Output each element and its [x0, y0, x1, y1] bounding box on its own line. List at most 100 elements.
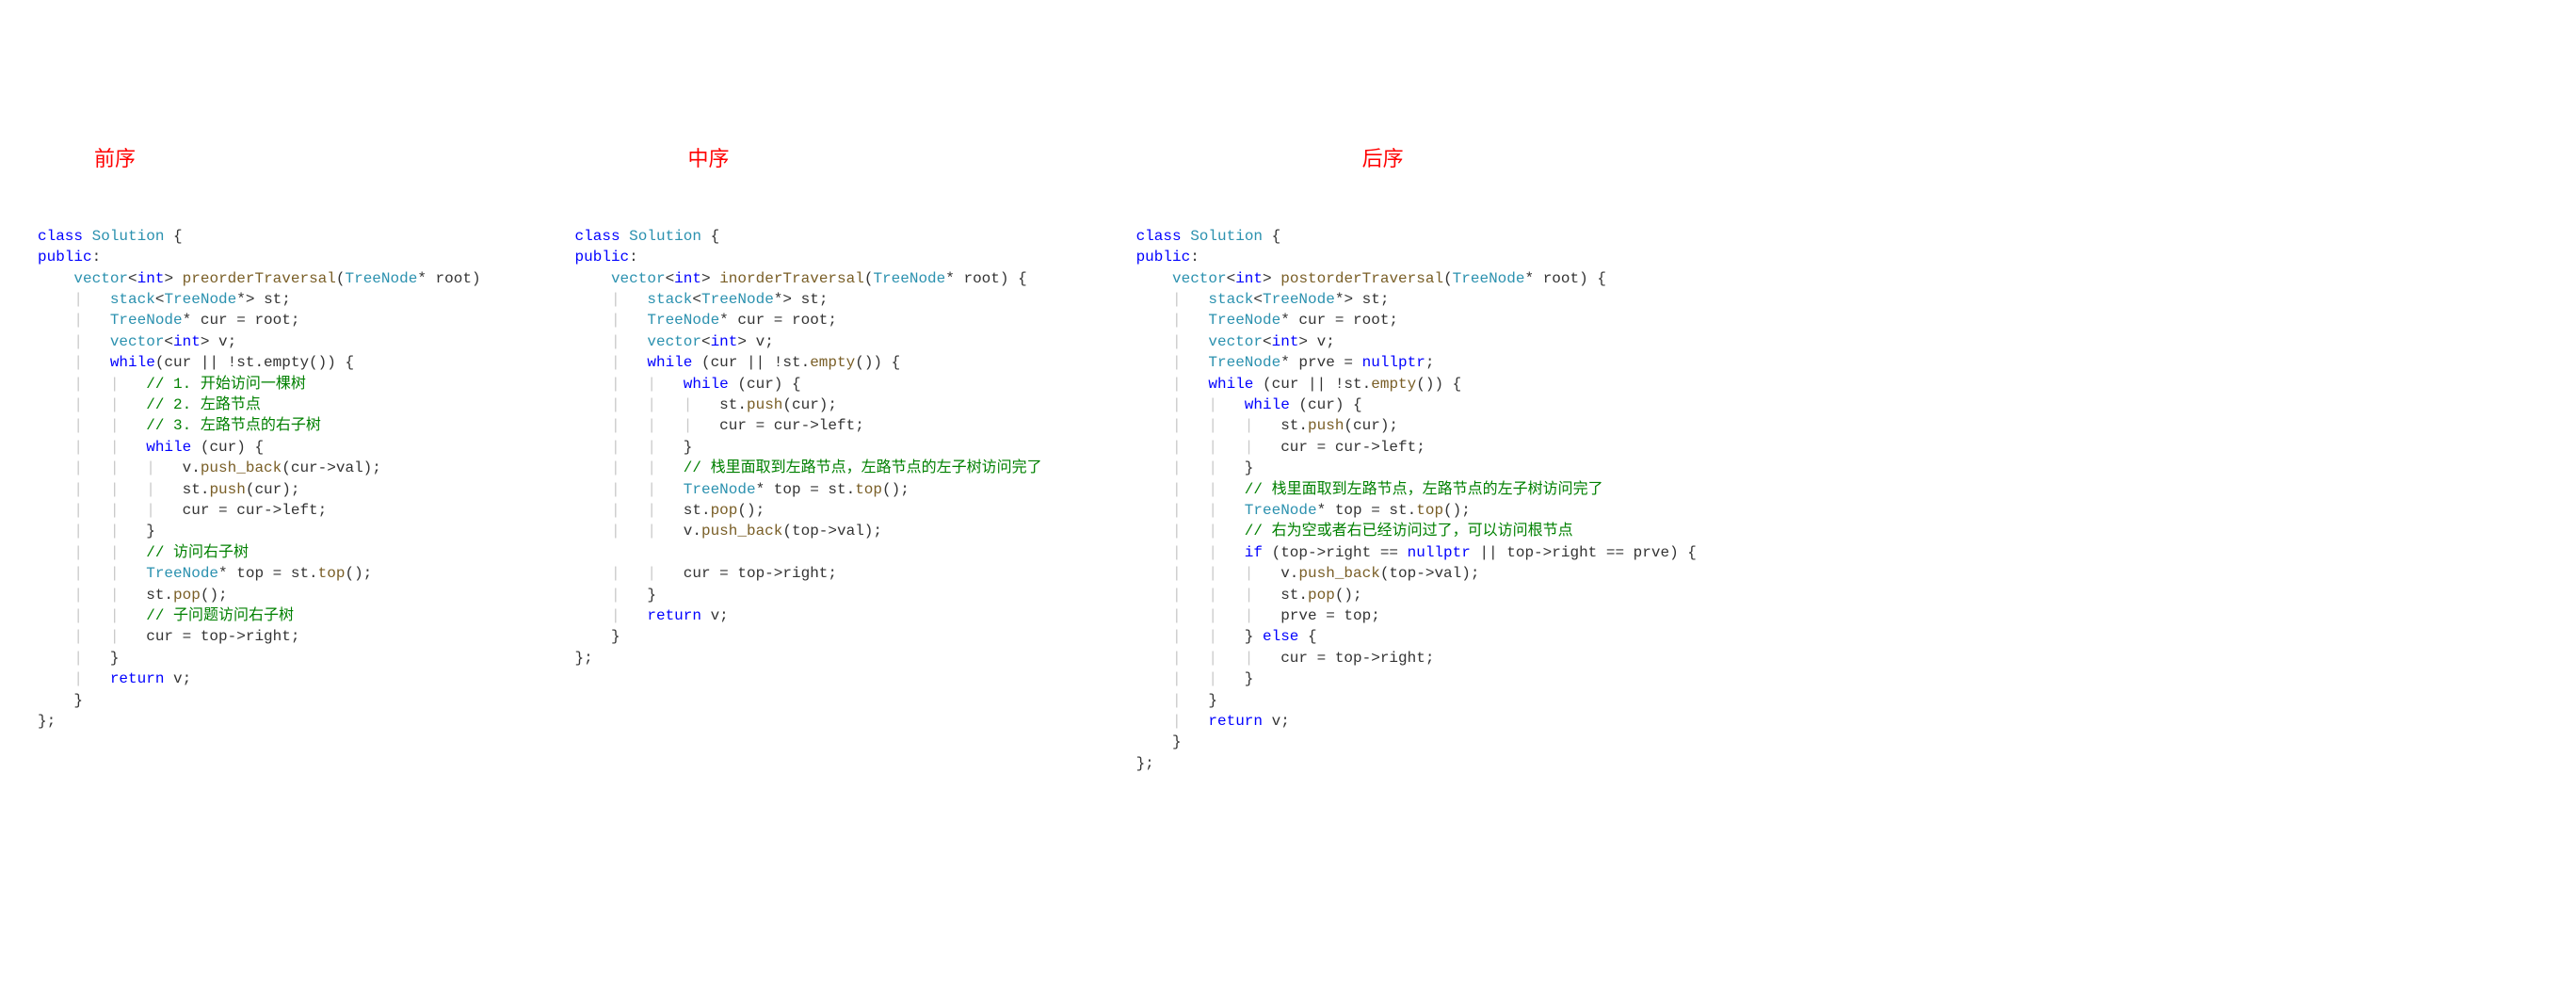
brace-close: }: [73, 692, 83, 709]
fn-preorder: preorderTraversal: [183, 270, 336, 287]
st-pop: st.: [684, 502, 711, 519]
lt: <: [1227, 270, 1236, 287]
type-stack: stack: [110, 291, 155, 308]
call-top-close: ();: [345, 565, 372, 582]
type-treenode: TreeNode: [164, 291, 236, 308]
param-root: root: [1534, 270, 1579, 287]
push-cur: (cur);: [1344, 417, 1398, 434]
cond-outer-open: (cur || !st.: [692, 354, 810, 371]
paren-close-brace: ) {: [1579, 270, 1606, 287]
comment-3: // 3. 左路节点的右子树: [146, 417, 321, 434]
kw-else: else: [1263, 628, 1298, 645]
comment-1: // 1. 开始访问一棵树: [146, 376, 306, 393]
star: *: [1335, 291, 1344, 308]
type-int: int: [137, 270, 165, 287]
brace: {: [711, 228, 720, 245]
cond-inner: (cur) {: [1290, 396, 1362, 413]
var-st: st;: [1353, 291, 1389, 308]
fn-empty: empty: [1371, 376, 1416, 393]
comment-sub-right: // 子问题访问右子树: [146, 607, 294, 624]
paren-close: ): [472, 270, 481, 287]
kw-public: public: [575, 249, 630, 266]
type-treenode: TreeNode: [1245, 502, 1317, 519]
class-close: };: [575, 650, 593, 667]
var-v: v;: [209, 333, 236, 350]
brace: {: [1272, 228, 1281, 245]
type-treenode: TreeNode: [647, 312, 719, 329]
type-treenode: TreeNode: [110, 312, 183, 329]
decl-top: top = st.: [765, 481, 855, 498]
comment-right: // 右为空或者右已经访问过了，可以访问根节点: [1245, 523, 1573, 540]
var-cur: cur = root;: [191, 312, 299, 329]
fn-push-back: push_back: [701, 523, 782, 540]
colon: :: [629, 249, 638, 266]
type-int: int: [711, 333, 738, 350]
push-back-top: (top->val);: [782, 523, 882, 540]
prve-decl: prve =: [1290, 354, 1362, 371]
star: *: [1317, 502, 1327, 519]
type-vector: vector: [647, 333, 701, 350]
cond-outer: (cur || !st.empty()) {: [155, 354, 354, 371]
call-top-close: ();: [1443, 502, 1471, 519]
lt: <: [1253, 291, 1263, 308]
postorder-code: class Solution { public: vector<int> pos…: [1118, 226, 1697, 774]
inorder-title: 中序: [556, 145, 1042, 174]
kw-while: while: [647, 354, 692, 371]
comment-visit-right: // 访问右子树: [146, 544, 249, 561]
type-vector: vector: [611, 270, 666, 287]
fn-push-back: push_back: [1298, 565, 1379, 582]
star: *: [719, 312, 729, 329]
type-stack: stack: [647, 291, 692, 308]
star: *: [756, 481, 765, 498]
assign-left: cur = cur->left;: [183, 502, 328, 519]
star: *: [1524, 270, 1534, 287]
push-back-top: (top->val);: [1380, 565, 1480, 582]
brace-close: }: [110, 650, 120, 667]
kw-while: while: [684, 376, 729, 393]
ret-v: v;: [1263, 713, 1290, 730]
type-vector: vector: [73, 270, 128, 287]
lt: <: [128, 270, 137, 287]
lt: <: [155, 291, 165, 308]
decl-top: top = st.: [228, 565, 318, 582]
fn-push: push: [209, 481, 245, 498]
brace-close: }: [611, 628, 620, 645]
fn-postorder: postorderTraversal: [1280, 270, 1443, 287]
star: *: [1280, 312, 1290, 329]
gt: >: [1344, 291, 1353, 308]
gt: >: [201, 333, 210, 350]
star: *: [236, 291, 246, 308]
preorder-code: class Solution { public: vector<int> pre…: [19, 226, 481, 732]
type-vector: vector: [110, 333, 165, 350]
cond-if-open: (top->right ==: [1263, 544, 1408, 561]
kw-nullptr: nullptr: [1362, 354, 1425, 371]
var-st: st;: [792, 291, 828, 308]
preorder-title: 前序: [19, 145, 481, 174]
push-cur: (cur);: [782, 396, 837, 413]
call-pop-close: ();: [201, 587, 228, 604]
prve-assign: prve = top;: [1280, 607, 1380, 624]
type-treenode: TreeNode: [146, 565, 218, 582]
brace-close: }: [684, 439, 693, 456]
brace: {: [1308, 628, 1317, 645]
type-treenode: TreeNode: [873, 270, 945, 287]
prve-decl-close: ;: [1425, 354, 1435, 371]
kw-return: return: [647, 607, 701, 624]
type-treenode: TreeNode: [701, 291, 774, 308]
brace-close: }: [1245, 670, 1254, 687]
type-vector: vector: [1208, 333, 1263, 350]
lt: <: [666, 270, 675, 287]
star: *: [218, 565, 228, 582]
star: *: [417, 270, 427, 287]
kw-class: class: [38, 228, 83, 245]
assign-right: cur = top->right;: [146, 628, 299, 645]
kw-return: return: [110, 670, 165, 687]
brace-close: }: [1245, 459, 1254, 476]
assign-left: cur = cur->left;: [1280, 439, 1425, 456]
push-back-cur: (cur->val);: [282, 459, 381, 476]
colon: :: [1190, 249, 1199, 266]
cond-inner: (cur) {: [191, 439, 264, 456]
paren-open: (: [864, 270, 874, 287]
fn-top: top: [1416, 502, 1443, 519]
type-treenode: TreeNode: [346, 270, 418, 287]
